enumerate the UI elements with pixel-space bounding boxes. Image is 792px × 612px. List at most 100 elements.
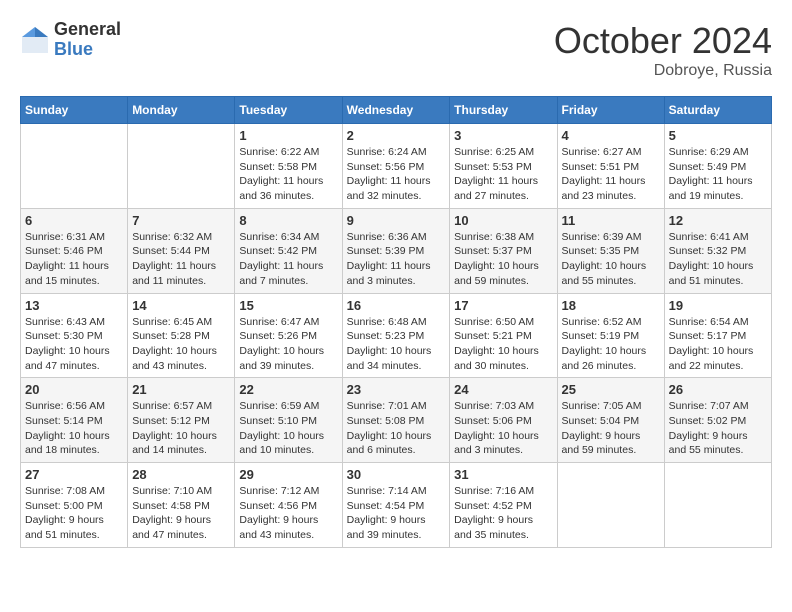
day-info: Sunrise: 7:05 AMSunset: 5:04 PMDaylight:… (562, 399, 660, 458)
day-info: Sunrise: 6:24 AMSunset: 5:56 PMDaylight:… (347, 145, 446, 204)
calendar-cell: 3Sunrise: 6:25 AMSunset: 5:53 PMDaylight… (450, 124, 557, 209)
day-number: 1 (239, 128, 337, 143)
calendar-cell: 22Sunrise: 6:59 AMSunset: 5:10 PMDayligh… (235, 378, 342, 463)
day-info: Sunrise: 6:48 AMSunset: 5:23 PMDaylight:… (347, 315, 446, 374)
logo-text: General Blue (54, 20, 121, 60)
calendar-cell: 9 Sunrise: 6:36 AMSunset: 5:39 PMDaylight… (342, 208, 450, 293)
logo-blue: Blue (54, 40, 121, 60)
day-number: 21 (132, 382, 230, 397)
header-day-friday: Friday (557, 97, 664, 124)
day-number: 8 (239, 213, 337, 228)
day-info: Sunrise: 7:12 AMSunset: 4:56 PMDaylight:… (239, 484, 337, 543)
calendar-cell: 17Sunrise: 6:50 AMSunset: 5:21 PMDayligh… (450, 293, 557, 378)
calendar-body: 1 Sunrise: 6:22 AMSunset: 5:58 PMDaylight… (21, 124, 772, 548)
day-info: Sunrise: 7:16 AMSunset: 4:52 PMDaylight:… (454, 484, 552, 543)
month-title: October 2024 (554, 20, 772, 62)
day-info: Sunrise: 6:47 AMSunset: 5:26 PMDaylight:… (239, 315, 337, 374)
title-section: October 2024 Dobroye, Russia (554, 20, 772, 80)
day-info: Sunrise: 6:54 AMSunset: 5:17 PMDaylight:… (669, 315, 767, 374)
calendar-cell: 20 Sunrise: 6:56 AMSunset: 5:14 PMDayligh… (21, 378, 128, 463)
week-row-0: 1 Sunrise: 6:22 AMSunset: 5:58 PMDaylight… (21, 124, 772, 209)
header-day-tuesday: Tuesday (235, 97, 342, 124)
day-info: Sunrise: 6:31 AMSunset: 5:46 PMDaylight:… (25, 230, 123, 289)
day-info: Sunrise: 7:03 AMSunset: 5:06 PMDaylight:… (454, 399, 552, 458)
week-row-4: 27Sunrise: 7:08 AMSunset: 5:00 PMDayligh… (21, 463, 772, 548)
calendar-cell: 2 Sunrise: 6:24 AMSunset: 5:56 PMDaylight… (342, 124, 450, 209)
day-info: Sunrise: 6:36 AMSunset: 5:39 PMDaylight:… (347, 230, 446, 289)
calendar-cell: 1 Sunrise: 6:22 AMSunset: 5:58 PMDaylight… (235, 124, 342, 209)
day-info: Sunrise: 7:01 AMSunset: 5:08 PMDaylight:… (347, 399, 446, 458)
page-header: General Blue October 2024 Dobroye, Russi… (20, 20, 772, 80)
day-info: Sunrise: 6:25 AMSunset: 5:53 PMDaylight:… (454, 145, 552, 204)
day-number: 14 (132, 298, 230, 313)
day-info: Sunrise: 6:57 AMSunset: 5:12 PMDaylight:… (132, 399, 230, 458)
day-info: Sunrise: 6:43 AMSunset: 5:30 PMDaylight:… (25, 315, 123, 374)
day-number: 17 (454, 298, 552, 313)
calendar-cell: 7 Sunrise: 6:32 AMSunset: 5:44 PMDaylight… (128, 208, 235, 293)
logo: General Blue (20, 20, 121, 60)
calendar-cell: 23 Sunrise: 7:01 AMSunset: 5:08 PMDayligh… (342, 378, 450, 463)
calendar-cell: 15Sunrise: 6:47 AMSunset: 5:26 PMDayligh… (235, 293, 342, 378)
header-day-saturday: Saturday (664, 97, 771, 124)
day-number: 16 (347, 298, 446, 313)
day-number: 5 (669, 128, 767, 143)
calendar-cell: 12 Sunrise: 6:41 AMSunset: 5:32 PMDayligh… (664, 208, 771, 293)
calendar-cell: 19 Sunrise: 6:54 AMSunset: 5:17 PMDayligh… (664, 293, 771, 378)
calendar-cell: 5 Sunrise: 6:29 AMSunset: 5:49 PMDaylight… (664, 124, 771, 209)
logo-icon (20, 25, 50, 55)
day-info: Sunrise: 6:29 AMSunset: 5:49 PMDaylight:… (669, 145, 767, 204)
calendar-cell (664, 463, 771, 548)
week-row-3: 20 Sunrise: 6:56 AMSunset: 5:14 PMDayligh… (21, 378, 772, 463)
calendar-cell: 8Sunrise: 6:34 AMSunset: 5:42 PMDaylight… (235, 208, 342, 293)
day-number: 26 (669, 382, 767, 397)
location: Dobroye, Russia (554, 62, 772, 80)
day-number: 12 (669, 213, 767, 228)
calendar-cell: 6 Sunrise: 6:31 AMSunset: 5:46 PMDaylight… (21, 208, 128, 293)
calendar-cell: 18Sunrise: 6:52 AMSunset: 5:19 PMDayligh… (557, 293, 664, 378)
day-info: Sunrise: 6:27 AMSunset: 5:51 PMDaylight:… (562, 145, 660, 204)
day-number: 4 (562, 128, 660, 143)
calendar-cell: 16 Sunrise: 6:48 AMSunset: 5:23 PMDayligh… (342, 293, 450, 378)
day-info: Sunrise: 6:22 AMSunset: 5:58 PMDaylight:… (239, 145, 337, 204)
day-number: 29 (239, 467, 337, 482)
day-number: 25 (562, 382, 660, 397)
day-info: Sunrise: 6:41 AMSunset: 5:32 PMDaylight:… (669, 230, 767, 289)
calendar-header: SundayMondayTuesdayWednesdayThursdayFrid… (21, 97, 772, 124)
calendar-cell: 28Sunrise: 7:10 AMSunset: 4:58 PMDayligh… (128, 463, 235, 548)
day-number: 9 (347, 213, 446, 228)
day-info: Sunrise: 7:07 AMSunset: 5:02 PMDaylight:… (669, 399, 767, 458)
day-info: Sunrise: 7:14 AMSunset: 4:54 PMDaylight:… (347, 484, 446, 543)
calendar-cell (557, 463, 664, 548)
header-day-thursday: Thursday (450, 97, 557, 124)
calendar-cell: 30 Sunrise: 7:14 AMSunset: 4:54 PMDayligh… (342, 463, 450, 548)
calendar-cell: 31Sunrise: 7:16 AMSunset: 4:52 PMDayligh… (450, 463, 557, 548)
day-info: Sunrise: 6:56 AMSunset: 5:14 PMDaylight:… (25, 399, 123, 458)
calendar: SundayMondayTuesdayWednesdayThursdayFrid… (20, 96, 772, 548)
day-number: 11 (562, 213, 660, 228)
day-number: 2 (347, 128, 446, 143)
day-info: Sunrise: 6:52 AMSunset: 5:19 PMDaylight:… (562, 315, 660, 374)
day-number: 13 (25, 298, 123, 313)
day-info: Sunrise: 7:08 AMSunset: 5:00 PMDaylight:… (25, 484, 123, 543)
calendar-cell: 25 Sunrise: 7:05 AMSunset: 5:04 PMDayligh… (557, 378, 664, 463)
day-info: Sunrise: 6:45 AMSunset: 5:28 PMDaylight:… (132, 315, 230, 374)
day-number: 22 (239, 382, 337, 397)
calendar-cell: 11 Sunrise: 6:39 AMSunset: 5:35 PMDayligh… (557, 208, 664, 293)
day-number: 28 (132, 467, 230, 482)
week-row-1: 6 Sunrise: 6:31 AMSunset: 5:46 PMDaylight… (21, 208, 772, 293)
day-number: 10 (454, 213, 552, 228)
day-number: 6 (25, 213, 123, 228)
day-number: 19 (669, 298, 767, 313)
logo-general: General (54, 20, 121, 40)
day-info: Sunrise: 6:39 AMSunset: 5:35 PMDaylight:… (562, 230, 660, 289)
header-day-monday: Monday (128, 97, 235, 124)
day-number: 7 (132, 213, 230, 228)
calendar-cell: 29 Sunrise: 7:12 AMSunset: 4:56 PMDayligh… (235, 463, 342, 548)
calendar-cell: 13 Sunrise: 6:43 AMSunset: 5:30 PMDayligh… (21, 293, 128, 378)
calendar-cell: 26 Sunrise: 7:07 AMSunset: 5:02 PMDayligh… (664, 378, 771, 463)
header-day-sunday: Sunday (21, 97, 128, 124)
day-number: 23 (347, 382, 446, 397)
day-number: 30 (347, 467, 446, 482)
day-number: 20 (25, 382, 123, 397)
day-info: Sunrise: 6:32 AMSunset: 5:44 PMDaylight:… (132, 230, 230, 289)
